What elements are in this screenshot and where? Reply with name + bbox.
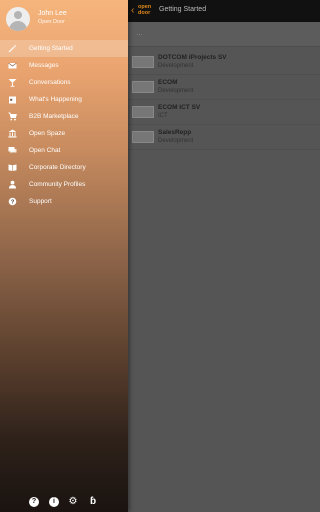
cocktail-icon xyxy=(8,78,17,87)
menu-item-label: What's Happening xyxy=(29,96,82,103)
back-icon[interactable]: ‹ xyxy=(131,5,134,17)
search-input[interactable]: … xyxy=(128,22,320,47)
avatar-head xyxy=(14,11,22,19)
help-icon: ? xyxy=(8,197,17,206)
logo-line-2: door xyxy=(138,10,151,16)
menu-item-label: Conversations xyxy=(29,79,71,86)
list-item-subtitle: Development xyxy=(158,138,194,144)
group-list: DOTCOM iProjects SV Development ECOM Dev… xyxy=(128,50,320,150)
group-thumbnail xyxy=(132,131,154,143)
person-icon xyxy=(8,180,17,189)
menu-item-getting-started[interactable]: Getting Started xyxy=(0,40,128,57)
chat-icon xyxy=(8,146,17,155)
menu-item-conversations[interactable]: Conversations xyxy=(0,74,128,91)
group-thumbnail xyxy=(132,106,154,118)
menu-item-label: B2B Marketplace xyxy=(29,113,79,120)
list-item-subtitle: Development xyxy=(158,63,194,69)
drawer-menu: Getting Started Messages Conversations W… xyxy=(0,40,128,210)
user-name: John Lee xyxy=(38,10,67,17)
info-icon[interactable]: i xyxy=(49,497,59,507)
avatar-body xyxy=(9,21,27,31)
mail-icon xyxy=(8,61,17,70)
cart-icon xyxy=(8,112,17,121)
calendar-icon xyxy=(8,95,17,104)
menu-item-b2b-marketplace[interactable]: B2B Marketplace xyxy=(0,108,128,125)
drawer-footer: ? i ⚙ ɓ xyxy=(0,494,128,510)
menu-item-label: Messages xyxy=(29,62,59,69)
menu-item-open-chat[interactable]: Open Chat xyxy=(0,142,128,159)
help-icon[interactable]: ? xyxy=(29,497,39,507)
menu-item-community-profiles[interactable]: Community Profiles xyxy=(0,176,128,193)
list-item-title: SalesRepp xyxy=(158,129,192,136)
list-item-title: ECOM xyxy=(158,79,178,86)
list-item-subtitle: ICT xyxy=(158,113,168,119)
bank-icon xyxy=(8,129,17,138)
list-item[interactable]: DOTCOM iProjects SV Development xyxy=(128,50,320,75)
list-item-subtitle: Development xyxy=(158,88,194,94)
list-item-title: DOTCOM iProjects SV xyxy=(158,54,227,61)
avatar[interactable] xyxy=(6,7,30,31)
menu-item-label: Getting Started xyxy=(29,45,73,52)
menu-item-corporate-directory[interactable]: Corporate Directory xyxy=(0,159,128,176)
group-thumbnail xyxy=(132,81,154,93)
magic-wand-icon xyxy=(8,44,17,53)
user-organization: Open Door xyxy=(38,19,65,25)
list-item[interactable]: ECOM Development xyxy=(128,75,320,100)
menu-item-open-spaze[interactable]: Open Spaze xyxy=(0,125,128,142)
gear-icon[interactable]: ⚙ xyxy=(68,497,78,507)
book-icon xyxy=(8,163,17,172)
menu-item-support[interactable]: ? Support xyxy=(0,193,128,210)
menu-item-label: Open Spaze xyxy=(29,130,66,137)
brand-b-icon[interactable]: ɓ xyxy=(88,497,98,507)
menu-item-label: Community Profiles xyxy=(29,181,86,188)
menu-item-label: Support xyxy=(29,198,52,205)
list-item-title: ECOM ICT SV xyxy=(158,104,201,111)
navigation-drawer: John Lee Open Door Getting Started Messa… xyxy=(0,0,128,512)
list-item[interactable]: SalesRepp Development xyxy=(128,125,320,150)
group-thumbnail xyxy=(132,56,154,68)
menu-item-whats-happening[interactable]: What's Happening xyxy=(0,91,128,108)
menu-item-label: Corporate Directory xyxy=(29,164,86,171)
menu-item-label: Open Chat xyxy=(29,147,61,154)
search-placeholder: … xyxy=(136,30,143,37)
list-item[interactable]: ECOM ICT SV ICT xyxy=(128,100,320,125)
app-logo: open door xyxy=(138,4,158,18)
page-title: Getting Started xyxy=(159,6,207,13)
menu-item-messages[interactable]: Messages xyxy=(0,57,128,74)
